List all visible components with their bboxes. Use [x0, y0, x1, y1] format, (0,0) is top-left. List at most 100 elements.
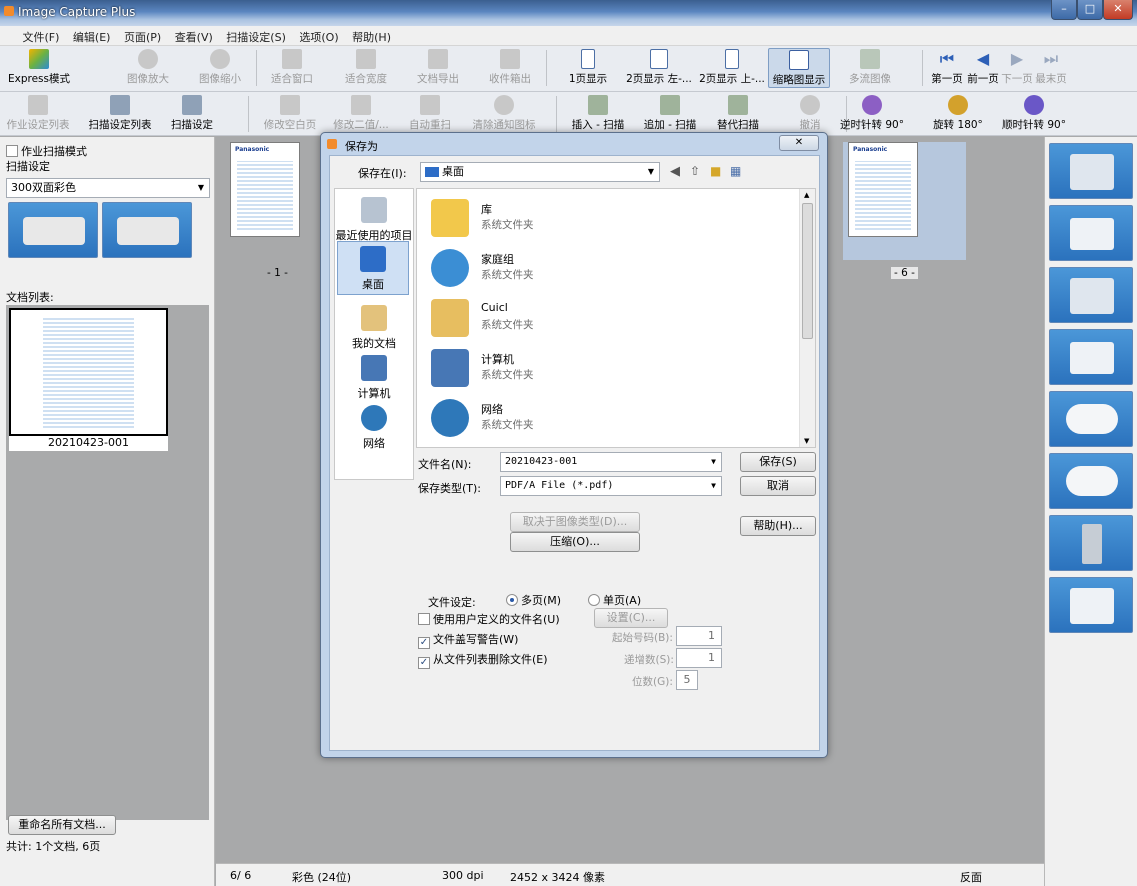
menu-view[interactable]: 查看(V) [170, 26, 218, 45]
scan-with-settings-button[interactable] [102, 202, 192, 258]
job-scan-mode-checkbox[interactable]: 作业扫描模式 [6, 143, 87, 159]
file-item-homegroup[interactable]: 家庭组 系统文件夹 [427, 245, 797, 291]
export-document-button[interactable]: 文档导出 [408, 46, 468, 86]
status-dpi: 300 dpi [442, 869, 484, 882]
place-recent[interactable]: 最近使用的项目 [335, 197, 413, 243]
maximize-button[interactable]: □ [1077, 0, 1103, 20]
status-bar: 6/ 6 彩色 (24位) 300 dpi 2452 x 3424 像素 反面 [216, 863, 1044, 886]
zoom-in-button[interactable]: 图像放大 [118, 46, 178, 86]
view-menu-icon[interactable]: ▦ [730, 164, 741, 178]
scroll-down-icon[interactable]: ▼ [804, 437, 809, 445]
save-in-select[interactable]: 桌面 ▼ [420, 162, 660, 182]
zoom-out-button[interactable]: 图像缩小 [190, 46, 250, 86]
multi-page-radio[interactable]: 多页(M) [506, 592, 561, 608]
file-item-user[interactable]: Cuicl 系统文件夹 [427, 295, 797, 341]
scan-to-folder-button[interactable] [1049, 267, 1133, 323]
document-thumbnail[interactable] [9, 308, 168, 436]
single-page-radio[interactable]: 单页(A) [588, 592, 641, 608]
scan-to-share-button[interactable] [1049, 515, 1133, 571]
append-scan-button[interactable]: 追加 - 扫描 [640, 92, 700, 132]
rotate-cw-90-button[interactable]: 顺时针转 90° [996, 92, 1072, 132]
save-button[interactable]: 保存(S) [740, 452, 816, 472]
status-side: 反面 [960, 871, 982, 884]
delete-from-list-checkbox[interactable]: ✓ 从文件列表删除文件(E) [418, 651, 548, 669]
inbox-out-button[interactable]: 收件箱出 [480, 46, 540, 86]
scan-setting-list-button[interactable]: 扫描设定列表 [84, 92, 156, 132]
depends-on-image-type-button[interactable]: 取决于图像类型(D)... [510, 512, 640, 532]
place-network[interactable]: 网络 [335, 405, 413, 451]
scan-to-email-button[interactable] [1049, 205, 1133, 261]
multistream-button[interactable]: 多流图像 [840, 46, 900, 86]
start-number-input[interactable]: 1 [676, 626, 722, 646]
two-page-tb-button[interactable]: 2页显示 上-... [697, 46, 767, 86]
job-setting-list-button[interactable]: 作业设定列表 [2, 92, 74, 132]
scroll-up-icon[interactable]: ▲ [804, 191, 809, 199]
filename-input[interactable]: 20210423-001 ▼ [500, 452, 722, 472]
filetype-select[interactable]: PDF/A File (*.pdf) ▼ [500, 476, 722, 496]
single-page-view-button[interactable]: 1页显示 [560, 46, 616, 86]
new-folder-icon[interactable]: ■ [710, 164, 721, 178]
help-button[interactable]: 帮助(H)... [740, 516, 816, 536]
file-item-libraries[interactable]: 库系统文件夹 [427, 195, 797, 241]
rotate-180-button[interactable]: 旋转 180° [928, 92, 988, 132]
scan-to-edit-button[interactable] [1049, 577, 1133, 633]
two-page-lr-button[interactable]: 2页显示 左-... [624, 46, 694, 86]
express-mode-button[interactable]: Express模式 [4, 46, 74, 86]
thumbnail-view-button[interactable]: 缩略图显示 [768, 48, 830, 88]
scan-to-server-button[interactable] [1049, 143, 1133, 199]
modify-blank-page-button[interactable]: 修改空白页 [258, 92, 322, 132]
scan-to-print-button[interactable] [1049, 329, 1133, 385]
cancel-button[interactable]: 取消 [740, 476, 816, 496]
scan-setting-button[interactable]: 扫描设定 [162, 92, 222, 132]
scan-setting-select[interactable]: 300双面彩色 ▼ [6, 178, 210, 198]
settings-button[interactable]: 设置(C)... [594, 608, 668, 628]
fit-window-button[interactable]: 适合窗口 [262, 46, 322, 86]
minimize-button[interactable]: – [1051, 0, 1077, 20]
increment-input[interactable]: 1 [676, 648, 722, 668]
email-icon [1070, 218, 1114, 250]
scrollbar-thumb[interactable] [802, 203, 813, 339]
file-item-network[interactable]: 网络 系统文件夹 [427, 395, 797, 441]
back-icon[interactable]: ◀ [670, 164, 680, 179]
menu-options[interactable]: 选项(O) [294, 26, 343, 45]
menu-help[interactable]: 帮助(H) [347, 26, 396, 45]
scan-to-cloud-button[interactable] [1049, 391, 1133, 447]
menu-edit[interactable]: 编辑(E) [68, 26, 116, 45]
menu-page[interactable]: 页面(P) [119, 26, 166, 45]
digits-input[interactable]: 5 [676, 670, 698, 690]
menu-scan-settings[interactable]: 扫描设定(S) [221, 26, 291, 45]
up-folder-icon[interactable]: ⇧ [690, 164, 700, 178]
file-item-computer[interactable]: 计算机 系统文件夹 [427, 345, 797, 391]
scan-to-folder-icon [1070, 278, 1114, 314]
file-list-scrollbar[interactable]: ▲ ▼ [799, 189, 815, 447]
next-page-button[interactable]: ▶ 下一页 [1000, 46, 1034, 86]
rename-all-documents-button[interactable]: 重命名所有文档... [8, 815, 116, 835]
auto-rescan-button[interactable]: 自动重扫 [400, 92, 460, 132]
menu-bar: 文件(F) 编辑(E) 页面(P) 查看(V) 扫描设定(S) 选项(O) 帮助… [0, 26, 1137, 46]
last-page-button[interactable]: ⏭ 最末页 [1034, 46, 1068, 86]
filetype-label: 保存类型(T): [418, 482, 482, 495]
overwrite-warning-checkbox[interactable]: ✓ 文件盖写警告(W) [418, 631, 518, 649]
clear-notification-button[interactable]: 清除通知图标 [466, 92, 542, 132]
replace-scan-button[interactable]: 替代扫描 [708, 92, 768, 132]
previous-page-button[interactable]: ◀ 前一页 [966, 46, 1000, 86]
menu-file[interactable]: 文件(F) [18, 26, 65, 45]
page-thumbnail-6[interactable]: Panasonic [848, 142, 918, 237]
file-list[interactable]: 库系统文件夹 家庭组 系统文件夹 Cuicl 系统文件夹 计算机 系统文件夹 网络 系统… [416, 188, 816, 448]
undo-button[interactable]: 撤消 [780, 92, 840, 132]
place-computer[interactable]: 计算机 [335, 355, 413, 401]
custom-filename-checkbox[interactable]: 使用用户定义的文件名(U) [418, 611, 560, 627]
insert-scan-button[interactable]: 插入 - 扫描 [568, 92, 628, 132]
rotate-ccw-90-button[interactable]: 逆时针转 90° [834, 92, 910, 132]
compression-button[interactable]: 压缩(O)... [510, 532, 640, 552]
modify-binary-button[interactable]: 修改二值/... [328, 92, 394, 132]
scan-button[interactable] [8, 202, 98, 258]
page-thumbnail-1[interactable]: Panasonic [230, 142, 300, 237]
place-desktop[interactable]: 桌面 [337, 241, 409, 295]
fit-width-button[interactable]: 适合宽度 [336, 46, 396, 86]
scan-online-button[interactable] [1049, 453, 1133, 509]
close-button[interactable]: ✕ [1103, 0, 1133, 20]
dialog-close-button[interactable]: ✕ [779, 135, 819, 151]
first-page-button[interactable]: ⏮ 第一页 [928, 46, 966, 86]
place-my-documents[interactable]: 我的文档 [335, 305, 413, 351]
